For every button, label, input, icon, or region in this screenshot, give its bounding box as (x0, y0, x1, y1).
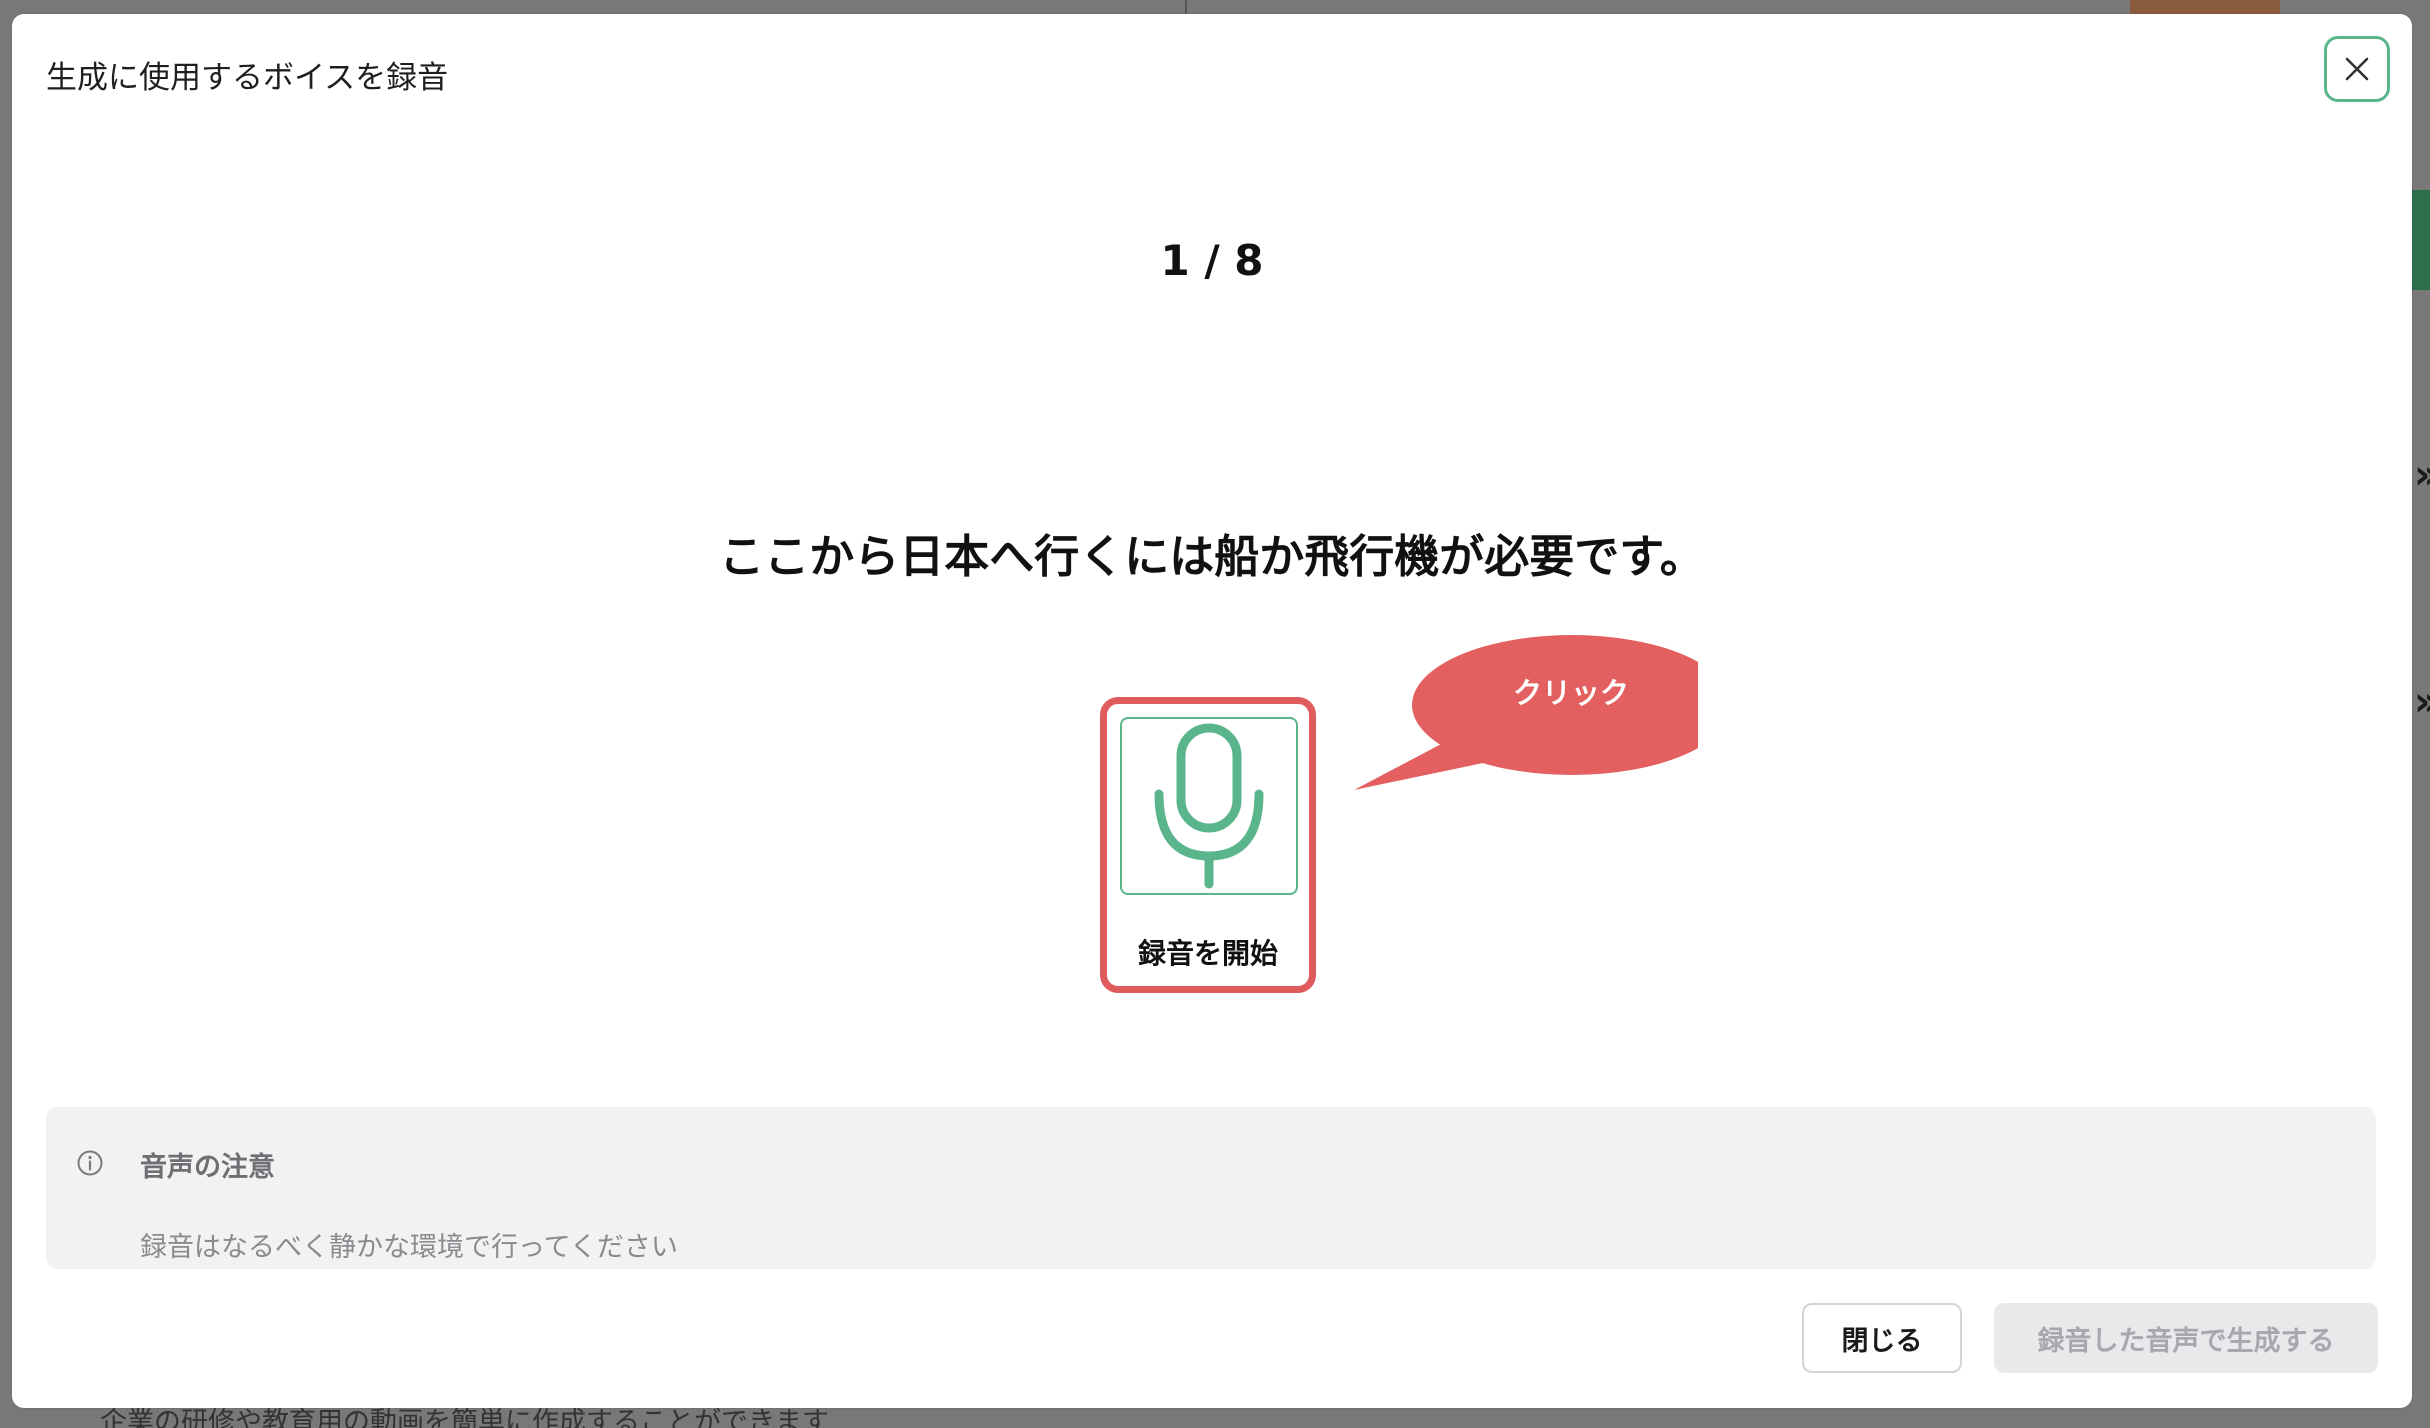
sentence-counter: 1 / 8 (1160, 236, 1264, 285)
callout-text: クリック (1512, 676, 1629, 710)
notice-body: 録音はなるべく静かな環境で行ってください (140, 1232, 678, 1263)
voice-notice-panel: 音声の注意 録音はなるべく静かな環境で行ってください (46, 1107, 2376, 1269)
chevron-right-icon: » (2414, 455, 2430, 495)
close-icon (2345, 57, 2369, 81)
background-image (2130, 0, 2280, 14)
chevron-right-icon: » (2414, 682, 2430, 722)
info-icon (77, 1150, 103, 1176)
click-callout: クリック (1338, 622, 1698, 792)
close-button[interactable] (2324, 36, 2390, 102)
microphone-icon (1154, 723, 1264, 889)
generate-with-recording-button[interactable]: 録音した音声で生成する (1994, 1303, 2378, 1373)
background-divider (1185, 0, 1187, 14)
start-recording-label: 録音を開始 (1137, 937, 1278, 970)
prompt-sentence: ここから日本へ行くには船か飛行機が必要です。 (719, 530, 1705, 583)
close-modal-button[interactable]: 閉じる (1802, 1303, 1962, 1373)
notice-title: 音声の注意 (140, 1152, 275, 1183)
start-recording-button[interactable]: 録音を開始 (1100, 697, 1316, 993)
record-voice-modal: 生成に使用するボイスを録音 1 / 8 ここから日本へ行くには船か飛行機が必要で… (12, 14, 2412, 1408)
microphone-box (1120, 717, 1298, 895)
modal-title: 生成に使用するボイスを録音 (46, 60, 449, 96)
